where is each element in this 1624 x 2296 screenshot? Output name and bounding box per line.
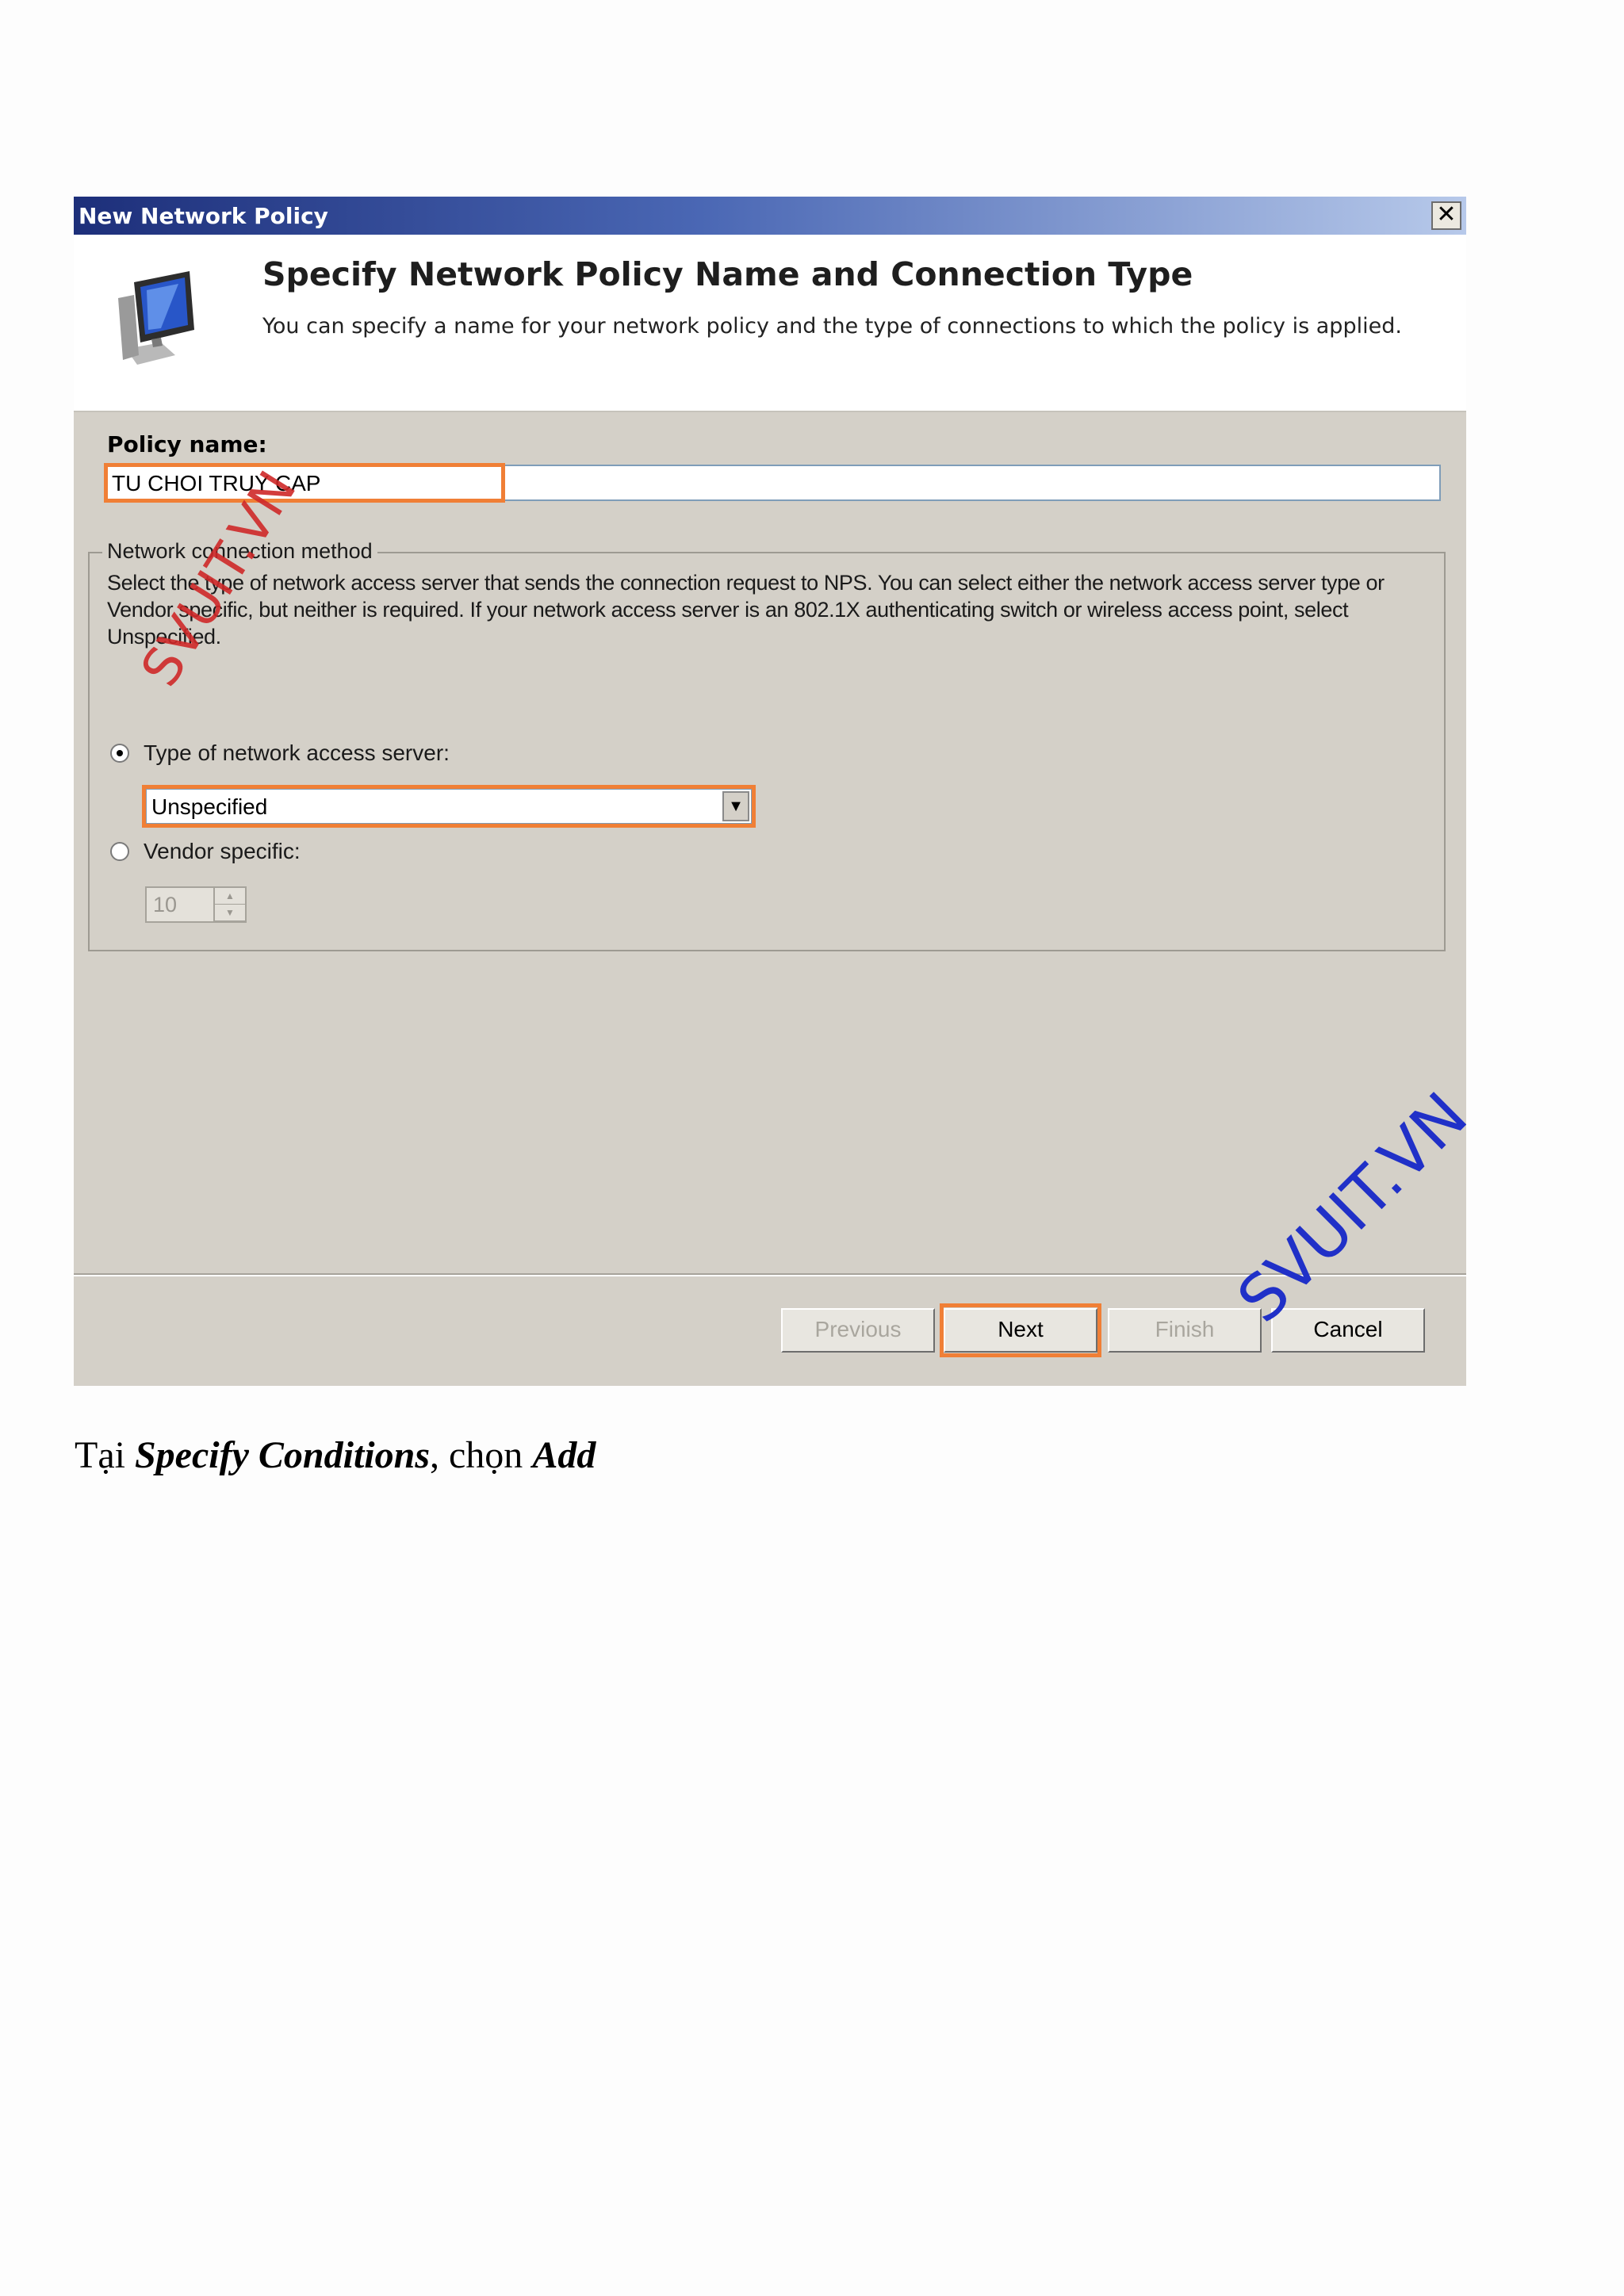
stepper-down-icon[interactable]: ▼ bbox=[215, 905, 245, 921]
vendor-radio[interactable] bbox=[110, 842, 129, 861]
type-select-highlight bbox=[142, 785, 756, 828]
caption-term-add: Add bbox=[532, 1434, 596, 1476]
previous-button[interactable]: Previous bbox=[781, 1308, 935, 1353]
next-button-highlight bbox=[940, 1303, 1101, 1357]
header-title: Specify Network Policy Name and Connecti… bbox=[262, 255, 1193, 293]
finish-button[interactable]: Finish bbox=[1108, 1308, 1262, 1353]
vendor-value: 10 bbox=[153, 893, 178, 916]
policy-name-label: Policy name: bbox=[107, 431, 267, 457]
caption-middle: , chọn bbox=[430, 1434, 533, 1476]
close-button[interactable]: ✕ bbox=[1431, 201, 1461, 230]
window-title: New Network Policy bbox=[79, 203, 328, 229]
caption-prefix: Tại bbox=[75, 1434, 135, 1476]
title-bar: New Network Policy ✕ bbox=[74, 197, 1466, 235]
group-description: Select the type of network access server… bbox=[107, 571, 1385, 649]
vendor-stepper[interactable]: 10 ▲ ▼ bbox=[145, 886, 247, 923]
caption-term-specify-conditions: Specify Conditions bbox=[134, 1434, 430, 1476]
caption: Tại Specify Conditions, chọn Add bbox=[75, 1433, 596, 1477]
stepper-buttons[interactable]: ▲ ▼ bbox=[213, 888, 245, 921]
header-description: You can specify a name for your network … bbox=[262, 314, 1402, 339]
type-radio-label: Type of network access server: bbox=[144, 740, 450, 765]
type-radio[interactable] bbox=[110, 744, 129, 763]
stepper-up-icon[interactable]: ▲ bbox=[215, 888, 245, 905]
watermark-blue: SVUIT.VN bbox=[1224, 1078, 1466, 1337]
vendor-radio-label: Vendor specific: bbox=[144, 839, 301, 863]
wizard-header: Specify Network Policy Name and Connecti… bbox=[74, 235, 1466, 412]
screenshot-image: New Network Policy ✕ Specify Network Pol… bbox=[74, 197, 1466, 1386]
monitor-icon bbox=[118, 271, 194, 365]
